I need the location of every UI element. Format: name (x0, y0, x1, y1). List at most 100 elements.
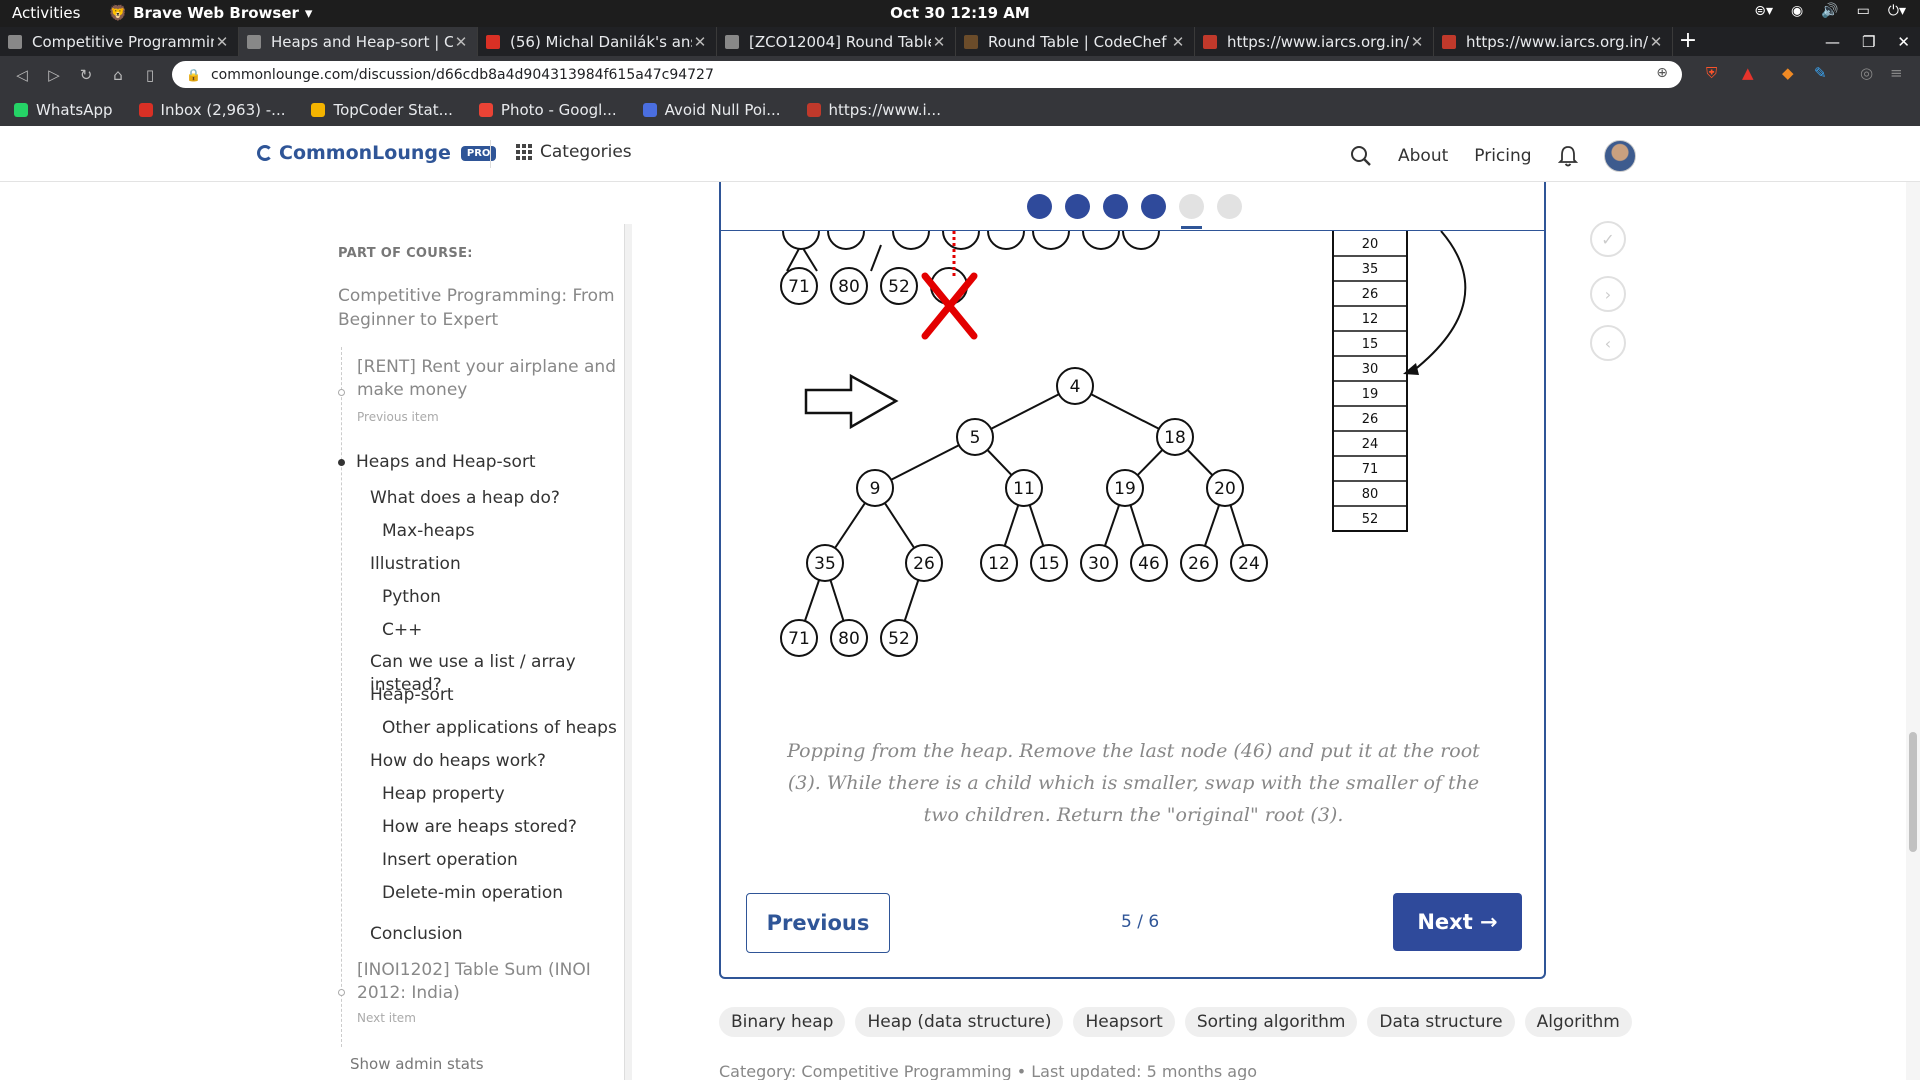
search-icon[interactable] (1350, 145, 1372, 167)
toc-item[interactable]: What does a heap do? (370, 487, 560, 510)
tab-title: (56) Michal Danilák's answ (510, 32, 692, 51)
partial-node-arc (1122, 231, 1160, 250)
bell-icon[interactable] (1557, 145, 1578, 167)
forward-icon[interactable]: ▷ (38, 66, 70, 84)
slide-dot[interactable] (1103, 194, 1128, 219)
browser-tab[interactable]: (56) Michal Danilák's answ ✕ (478, 27, 717, 56)
network-icon[interactable]: ◉ (1791, 3, 1803, 19)
topic-tag[interactable]: Heapsort (1073, 1007, 1175, 1037)
next-item-label: Next item (357, 1011, 416, 1025)
tab-close-icon[interactable]: ✕ (692, 33, 708, 51)
restore-icon[interactable]: ❐ (1862, 33, 1875, 51)
toc-item[interactable]: Python (382, 586, 441, 609)
tab-close-icon[interactable]: ✕ (1409, 33, 1425, 51)
slide-dot[interactable] (1179, 194, 1204, 229)
minimize-icon[interactable]: — (1825, 33, 1840, 51)
power-menu-icon[interactable]: ⏻▾ (1888, 3, 1906, 19)
categories-button[interactable]: Categories (516, 142, 632, 162)
slide-dot[interactable] (1027, 194, 1052, 219)
slide-dot[interactable] (1217, 194, 1242, 219)
browser-tab[interactable]: Competitive Programming ✕ (0, 27, 239, 56)
battery-icon[interactable]: ▭ (1857, 3, 1870, 19)
curved-arrow (1412, 231, 1467, 372)
bookmark-label: WhatsApp (36, 100, 113, 119)
toc-item[interactable]: Heap property (382, 783, 505, 806)
toc-item[interactable]: How do heaps work? (370, 750, 546, 773)
menu-icon[interactable]: ≡ (1890, 64, 1903, 82)
topic-tag[interactable]: Algorithm (1524, 1007, 1632, 1037)
mark-complete-icon[interactable]: ✓ (1590, 221, 1626, 257)
tab-close-icon[interactable]: ✕ (214, 33, 230, 51)
extension-icon[interactable]: ◆ (1782, 64, 1794, 82)
next-button[interactable]: Next → (1393, 893, 1522, 951)
next-item-link[interactable]: [INOI1202] Table Sum (INOI 2012: India) (357, 959, 597, 1005)
bookmark-item[interactable]: WhatsApp (14, 101, 113, 119)
slide-dots (1027, 194, 1242, 229)
accessibility-icon[interactable]: ⊜▾ (1754, 3, 1773, 19)
about-link[interactable]: About (1398, 146, 1448, 166)
volume-icon[interactable]: 🔊 (1821, 3, 1838, 19)
reload-icon[interactable]: ↻ (70, 66, 102, 84)
profile-icon[interactable]: ◎ (1860, 64, 1873, 82)
slide-dot[interactable] (1065, 194, 1090, 219)
tab-close-icon[interactable]: ✕ (453, 33, 469, 51)
toc-item[interactable]: Other applications of heaps (382, 717, 617, 740)
bookmark-item[interactable]: TopCoder Stat... (311, 101, 453, 119)
tab-close-icon[interactable]: ✕ (1648, 33, 1664, 51)
slide-dot[interactable] (1141, 194, 1166, 219)
toc-dot (338, 989, 345, 996)
pricing-link[interactable]: Pricing (1474, 146, 1531, 166)
address-bar[interactable]: 🔒 commonlounge.com/discussion/d66cdb8a4d… (172, 61, 1682, 88)
topic-tag[interactable]: Sorting algorithm (1184, 1007, 1358, 1037)
partial-node-arc (1082, 231, 1120, 250)
toc-item[interactable]: Insert operation (382, 849, 518, 872)
right-arrow-icon (804, 373, 899, 430)
heap-node-label: 52 (888, 629, 910, 649)
bookmark-icon[interactable]: ▯ (134, 66, 166, 84)
zoom-icon[interactable]: ⊕ (1656, 65, 1668, 81)
commonlounge-logo[interactable]: CommonLounge PRO (257, 142, 497, 164)
course-title-link[interactable]: Competitive Programming: From Beginner t… (338, 284, 618, 332)
bookmark-item[interactable]: Inbox (2,963) -... (138, 101, 285, 119)
prev-chevron-icon[interactable]: ‹ (1590, 325, 1626, 361)
sidebar-scrollbar[interactable] (624, 224, 632, 1080)
scrollbar-thumb[interactable] (1909, 732, 1917, 852)
toc-item[interactable]: Illustration (370, 553, 461, 576)
pen-extension-icon[interactable]: ✎ (1814, 64, 1827, 82)
home-icon[interactable]: ⌂ (102, 66, 134, 84)
topic-tag[interactable]: Data structure (1367, 1007, 1515, 1037)
close-window-icon[interactable]: ✕ (1897, 33, 1910, 51)
avatar[interactable] (1603, 140, 1636, 172)
brave-shields-icon[interactable]: ⛨ (1706, 64, 1717, 82)
browser-tab[interactable]: Round Table | CodeChef ✕ (956, 27, 1195, 56)
brave-rewards-icon[interactable]: ▲ (1742, 64, 1754, 82)
tab-close-icon[interactable]: ✕ (1170, 33, 1186, 51)
bookmark-item[interactable]: https://www.i... (806, 101, 941, 119)
toc-item[interactable]: How are heaps stored? (382, 816, 577, 839)
browser-tab[interactable]: https://www.iarcs.org.in/i ✕ (1195, 27, 1434, 56)
next-chevron-icon[interactable]: › (1590, 276, 1626, 312)
tab-close-icon[interactable]: ✕ (931, 33, 947, 51)
topic-tag[interactable]: Heap (data structure) (855, 1007, 1064, 1037)
toc-item[interactable]: Max-heaps (382, 520, 475, 543)
browser-tab[interactable]: https://www.iarcs.org.in/i ✕ (1434, 27, 1673, 56)
new-tab-button[interactable]: + (1673, 27, 1703, 56)
bookmark-item[interactable]: Avoid Null Poi... (642, 101, 781, 119)
browser-tab[interactable]: [ZCO12004] Round Table (Z✕ (717, 27, 956, 56)
app-menu[interactable]: 🦁 Brave Web Browser ▾ (108, 4, 312, 22)
current-item[interactable]: Heaps and Heap-sort (356, 451, 536, 474)
toc-item[interactable]: Heap-sort (370, 684, 454, 707)
system-top-bar: Activities 🦁 Brave Web Browser ▾ Oct 30 … (0, 0, 1920, 27)
toc-item[interactable]: Conclusion (370, 923, 463, 946)
page-scrollbar[interactable] (1906, 182, 1920, 1080)
show-admin-stats-link[interactable]: Show admin stats (350, 1055, 484, 1073)
toc-item[interactable]: Delete-min operation (382, 882, 563, 905)
previous-button[interactable]: Previous (746, 893, 890, 953)
browser-tab[interactable]: Heaps and Heap-sort | Com✕ (239, 27, 478, 56)
bookmark-item[interactable]: Photo - Googl... (478, 101, 617, 119)
toc-item[interactable]: C++ (382, 619, 422, 642)
previous-item-link[interactable]: [RENT] Rent your airplane and make money (357, 356, 617, 402)
topic-tag[interactable]: Binary heap (719, 1007, 846, 1037)
activities-button[interactable]: Activities (12, 4, 80, 22)
back-icon[interactable]: ◁ (6, 66, 38, 84)
